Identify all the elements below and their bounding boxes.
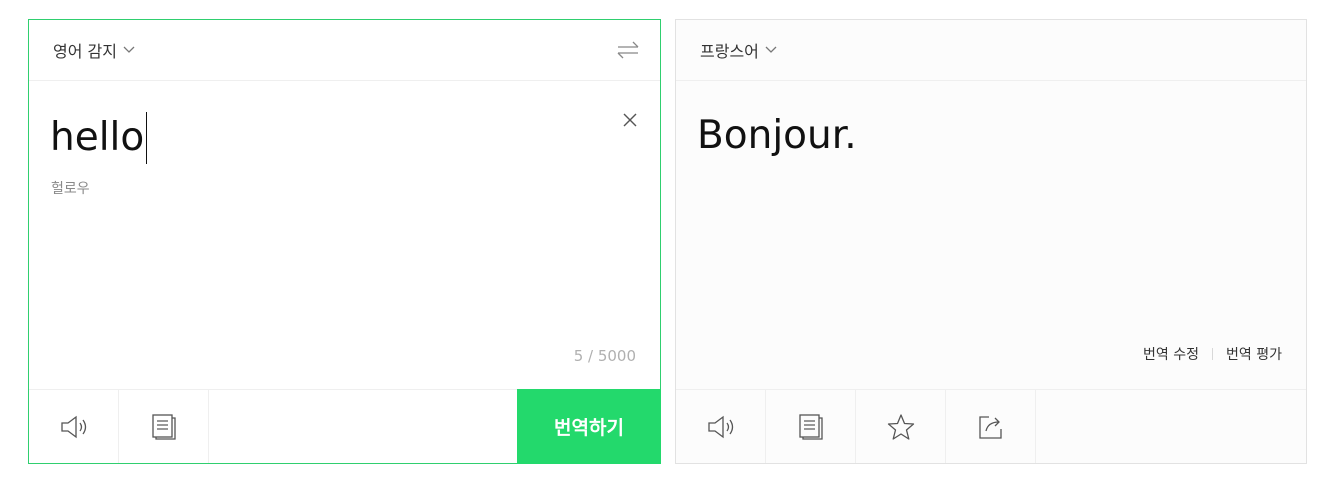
share-icon (978, 415, 1002, 439)
source-language-select[interactable]: 영어 감지 (53, 38, 135, 62)
rate-translation-link[interactable]: 번역 평가 (1226, 344, 1282, 364)
translated-text: Bonjour. (697, 113, 857, 158)
source-footer: 번역하기 (29, 389, 661, 464)
character-count: 5 / 5000 (573, 347, 636, 365)
copy-icon (798, 413, 823, 440)
source-header: 영어 감지 (29, 20, 660, 81)
swap-languages-icon[interactable] (616, 38, 640, 62)
target-header: 프랑스어 (676, 20, 1306, 81)
target-panel: 프랑스어 Bonjour. 번역 수정 번역 평가 (675, 19, 1307, 464)
feedback-links: 번역 수정 번역 평가 (1143, 344, 1282, 364)
translate-button[interactable]: 번역하기 (517, 389, 661, 464)
source-language-label: 영어 감지 (53, 42, 117, 61)
star-icon (887, 413, 914, 440)
source-panel: 영어 감지 hello 헐로우 5 / 5000 번역하기 (28, 19, 661, 464)
text-caret (146, 112, 148, 164)
target-copy-button[interactable] (766, 390, 856, 463)
chevron-down-icon (765, 46, 777, 53)
source-listen-button[interactable] (29, 390, 119, 463)
speaker-icon (707, 415, 733, 438)
divider (1212, 348, 1214, 360)
copy-icon (151, 413, 176, 440)
share-button[interactable] (946, 390, 1036, 463)
chevron-down-icon (123, 46, 135, 53)
speaker-icon (60, 415, 86, 438)
target-footer (676, 389, 1306, 463)
favorite-button[interactable] (856, 390, 946, 463)
edit-translation-link[interactable]: 번역 수정 (1143, 344, 1199, 364)
close-icon[interactable] (622, 112, 638, 128)
pronunciation-text: 헐로우 (51, 181, 90, 197)
target-listen-button[interactable] (676, 390, 766, 463)
source-copy-button[interactable] (119, 390, 209, 463)
source-text-input[interactable]: hello (50, 112, 148, 164)
target-language-label: 프랑스어 (700, 42, 759, 61)
source-text-value: hello (50, 115, 145, 160)
target-language-select[interactable]: 프랑스어 (700, 38, 777, 62)
